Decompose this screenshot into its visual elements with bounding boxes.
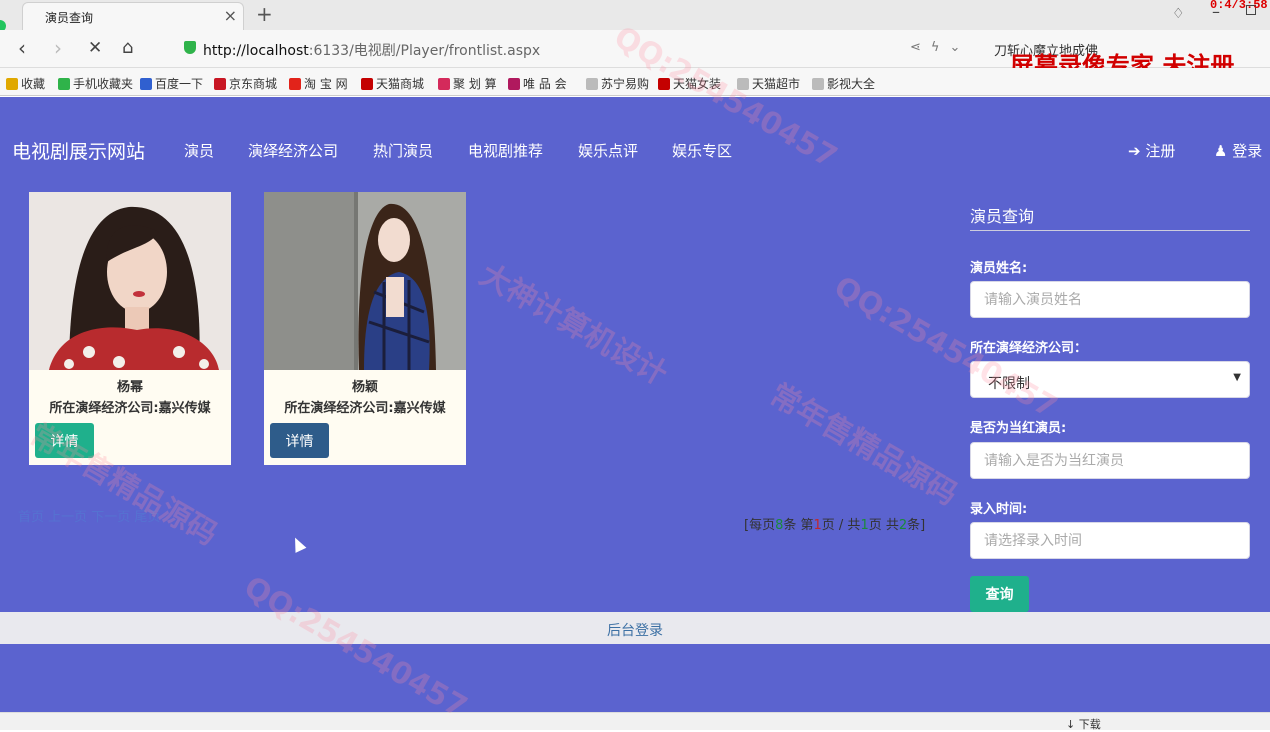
footer: 后台登录 <box>0 612 1270 644</box>
pagination-summary: [每页8条 第1页 / 共1页 共2条] <box>744 518 926 533</box>
skin-icon[interactable]: ♢ <box>1172 6 1185 22</box>
entry-time-input[interactable] <box>970 522 1250 559</box>
details-button[interactable]: 详情 <box>35 423 94 458</box>
name-label: 演员姓名: <box>970 261 1028 276</box>
bookmark-item[interactable]: 收藏 <box>6 75 45 92</box>
url-field[interactable]: http://localhost:6133/电视剧/Player/frontli… <box>203 40 540 60</box>
bookmark-item[interactable]: 唯 品 会 <box>508 75 567 92</box>
tab-title: 演员查询 <box>45 11 94 25</box>
company-select-value: 不限制 <box>988 376 1030 392</box>
bookmark-label: 京东商城 <box>229 77 278 91</box>
register-link[interactable]: ➔ 注册 <box>1128 140 1175 161</box>
bookmark-label: 天猫女装 <box>673 77 722 91</box>
caret-down-icon: ▼ <box>1233 372 1241 383</box>
nav-item-hot-actors[interactable]: 热门演员 <box>373 140 433 161</box>
page-icon <box>812 78 824 90</box>
ju-icon <box>438 78 450 90</box>
login-link[interactable]: ♟ 登录 <box>1214 140 1262 161</box>
actor-name-input[interactable] <box>970 281 1250 318</box>
close-icon[interactable]: × <box>224 6 237 25</box>
back-icon[interactable]: ‹ <box>18 36 26 60</box>
bookmark-label: 百度一下 <box>155 77 204 91</box>
new-tab-icon[interactable]: + <box>256 2 273 26</box>
page-icon <box>586 78 598 90</box>
home-icon[interactable]: ⌂ <box>122 37 133 58</box>
bookmark-label: 天猫超市 <box>752 77 801 91</box>
download-icon: ↓ <box>1066 718 1076 731</box>
sign-in-icon: ➔ <box>1128 142 1141 160</box>
stop-icon[interactable]: ✕ <box>88 38 102 58</box>
bookmark-label: 手机收藏夹 <box>73 77 134 91</box>
actor-photo[interactable] <box>264 192 466 370</box>
page-icon <box>737 78 749 90</box>
jd-icon <box>214 78 226 90</box>
share-icon[interactable]: ⋖ϟ⌄ <box>910 40 970 55</box>
vip-icon <box>508 78 520 90</box>
nav-item-review[interactable]: 娱乐点评 <box>578 140 638 161</box>
nav-item-actors[interactable]: 演员 <box>184 140 214 161</box>
site-brand[interactable]: 电视剧展示网站 <box>12 137 145 164</box>
bookmark-item[interactable]: 聚 划 算 <box>438 75 497 92</box>
mouse-cursor-icon <box>289 535 307 553</box>
bookmarks-bar: 收藏 手机收藏夹 百度一下 京东商城 淘 宝 网 天猫商城 聚 划 算 唯 品 会 苏宁易购 天猫… <box>0 68 1270 96</box>
taobao-icon <box>289 78 301 90</box>
actor-name: 杨颖 <box>351 380 378 395</box>
bookmark-item[interactable]: 百度一下 <box>140 75 203 92</box>
actor-photo[interactable] <box>29 192 231 370</box>
bookmark-item[interactable]: 苏宁易购 <box>586 75 649 92</box>
bookmark-label: 唯 品 会 <box>523 77 567 91</box>
bookmark-item[interactable]: 京东商城 <box>214 75 277 92</box>
pagination-links[interactable]: 首页 上一页 下一页 尾页 <box>18 506 160 525</box>
bookmark-label: 苏宁易购 <box>601 77 650 91</box>
nav-item-entertainment[interactable]: 娱乐专区 <box>672 140 732 161</box>
actor-name: 杨幂 <box>116 380 143 395</box>
star-icon <box>6 78 18 90</box>
status-bar: ↓ 下载 <box>0 712 1270 731</box>
company-label: 所在演绎经济公司： <box>970 341 1088 356</box>
forward-icon[interactable]: › <box>54 36 62 60</box>
bookmark-item[interactable]: 天猫女装 <box>658 75 721 92</box>
baidu-icon <box>140 78 152 90</box>
bookmark-item[interactable]: 天猫商城 <box>361 75 424 92</box>
actor-card: 杨颖 所在演绎经济公司:嘉兴传媒 详情 <box>264 192 466 465</box>
user-icon: ♟ <box>1214 142 1228 160</box>
secure-shield-icon <box>184 41 196 54</box>
bookmark-label: 淘 宝 网 <box>304 77 348 91</box>
admin-login-link[interactable]: 后台登录 <box>0 620 1270 640</box>
browser-tab[interactable]: 演员查询 × <box>22 2 244 30</box>
bookmark-label: 天猫商城 <box>376 77 425 91</box>
nav-item-agency[interactable]: 演绎经济公司 <box>248 140 338 161</box>
tmall-icon <box>361 78 373 90</box>
bookmark-label: 收藏 <box>21 77 46 91</box>
bookmark-item[interactable]: 影视大全 <box>812 75 875 92</box>
bookmark-label: 聚 划 算 <box>453 77 497 91</box>
bookmark-item[interactable]: 天猫超市 <box>737 75 800 92</box>
actor-company: 所在演绎经济公司:嘉兴传媒 <box>49 401 211 416</box>
phone-icon <box>58 78 70 90</box>
bookmark-item[interactable]: 手机收藏夹 <box>58 75 133 92</box>
actor-company: 所在演绎经济公司:嘉兴传媒 <box>284 401 446 416</box>
hot-label: 是否为当红演员: <box>970 421 1067 436</box>
divider <box>970 230 1250 231</box>
search-panel-title: 演员查询 <box>970 207 1035 226</box>
hot-actor-input[interactable] <box>970 442 1250 479</box>
details-button[interactable]: 详情 <box>270 423 329 458</box>
bookmark-item[interactable]: 淘 宝 网 <box>289 75 348 92</box>
tmall-icon <box>658 78 670 90</box>
recording-time: 0:4/3:58 <box>1210 0 1268 12</box>
actor-card: 杨幂 所在演绎经济公司:嘉兴传媒 详情 <box>29 192 231 465</box>
bookmark-label: 影视大全 <box>827 77 876 91</box>
browser-tab-bar: 演员查询 × + ♢ – 0:4/3:58 <box>0 0 1270 32</box>
query-button[interactable]: 查询 <box>970 576 1029 612</box>
time-label: 录入时间: <box>970 502 1028 517</box>
nav-item-drama[interactable]: 电视剧推荐 <box>468 140 543 161</box>
company-select[interactable]: 不限制 ▼ <box>970 361 1250 398</box>
